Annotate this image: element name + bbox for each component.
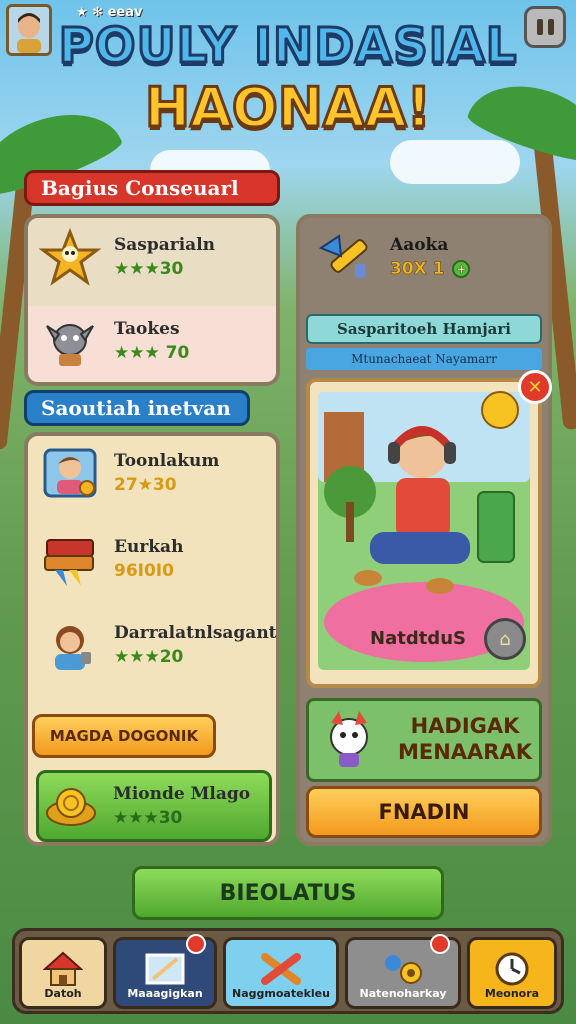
book-stack-icon	[38, 530, 102, 588]
gadgets-icon	[385, 955, 422, 984]
list-item[interactable]: Toonlakum 27★30	[38, 444, 219, 502]
clock-icon	[495, 952, 529, 986]
item-stat: 27★30	[114, 475, 177, 495]
card-caption: NatdtduS	[370, 628, 466, 649]
promo-line1: HADIGAK	[410, 714, 520, 738]
nav-label: Meonora	[484, 987, 540, 1000]
house-icon	[43, 951, 83, 986]
item-stat: ★★★20	[114, 647, 184, 667]
star-creature-icon	[38, 228, 102, 286]
item-name: Aaoka	[390, 235, 449, 255]
character-card[interactable]: NatdtduS ⌂	[306, 378, 542, 688]
nav-label: Naggmoatekleu	[232, 987, 330, 1000]
item-stat: 30X 1 +	[390, 259, 471, 279]
section-ribbon-1: Bagius Conseuarl	[24, 170, 280, 206]
notification-badge	[186, 934, 206, 954]
action-button[interactable]: FNADIN	[306, 786, 542, 838]
item-name: Darralatnlsagant	[114, 623, 277, 643]
item-name: Toonlakum	[114, 451, 220, 471]
item-name: Eurkah	[114, 537, 184, 557]
nav-label: Maaagigkan	[127, 987, 203, 1000]
promo-line2: MENAARAK	[397, 740, 533, 764]
reward-name: Mionde Mlago	[113, 784, 251, 804]
cloud	[390, 140, 520, 184]
plus-icon[interactable]: +	[452, 260, 471, 278]
item-name: Sasparialn	[114, 235, 216, 255]
telescope-icon	[314, 228, 378, 286]
item-stat: ★★★ 70	[114, 343, 190, 363]
close-icon[interactable]: ✕	[518, 370, 552, 404]
girl-portrait-icon	[38, 616, 102, 674]
banner-subtitle: Mtunachaeat Nayamarr	[306, 348, 542, 370]
item-stat: 96I0I0	[114, 561, 174, 581]
featured-item[interactable]: Aaoka 30X 1 +	[314, 228, 471, 286]
card-info-icon[interactable]: ⌂	[484, 618, 526, 660]
game-title-line2: HAONAA!	[143, 75, 432, 141]
nav-home[interactable]: Datoh	[19, 937, 107, 1009]
mascot-icon	[330, 711, 368, 767]
nav-gallery[interactable]: Maaagigkan	[113, 934, 217, 1009]
nav-more[interactable]: Meonora	[467, 937, 557, 1009]
center-action-button[interactable]: BIEOLATUS	[132, 866, 444, 920]
nav-label: Natenoharkay	[359, 987, 447, 1000]
bottom-nav: Datoh Maaagigkan Naggmoatekleu Natenohar…	[12, 928, 564, 1014]
boy-portrait-icon	[38, 444, 102, 502]
notification-badge	[430, 934, 450, 954]
nav-label: Datoh	[44, 987, 82, 1000]
list-item[interactable]: Taokes ★★★ 70	[38, 312, 189, 370]
reward-card[interactable]: Mionde Mlago ★★★30	[36, 770, 272, 842]
item-list-top: Sasparialn ★★★30 Taokes ★★★ 70	[24, 214, 280, 386]
painting-icon	[145, 953, 185, 985]
promo-card[interactable]: HADIGAK MENAARAK	[306, 698, 542, 782]
item-stat: ★★★30	[114, 259, 184, 279]
nav-gadgets[interactable]: Natenoharkay	[345, 934, 461, 1009]
goat-icon	[38, 312, 102, 370]
section-ribbon-2: Saoutiah inetvan	[24, 390, 250, 426]
list-item[interactable]: Sasparialn ★★★30	[38, 228, 215, 286]
list-item[interactable]: Darralatnlsagant ★★★20	[38, 616, 277, 674]
crossed-tools-icon	[261, 953, 301, 985]
nav-tools[interactable]: Naggmoatekleu	[223, 937, 339, 1009]
banner-title: Sasparitoeh Hamjari	[306, 314, 542, 344]
list-item[interactable]: Eurkah 96I0I0	[38, 530, 183, 588]
featured-panel: Aaoka 30X 1 + Sasparitoeh Hamjari Mtunac…	[296, 214, 552, 846]
gold-coins-icon	[39, 777, 103, 835]
game-title-line1: POULY INDASIAL	[57, 17, 518, 76]
magda-button[interactable]: MAGDA DOGONIK	[32, 714, 216, 758]
item-name: Taokes	[114, 319, 180, 339]
reward-stat: ★★★30	[113, 808, 183, 828]
item-list-bottom: Toonlakum 27★30 Eurkah 96I0I0 Darralatnl…	[24, 432, 280, 846]
